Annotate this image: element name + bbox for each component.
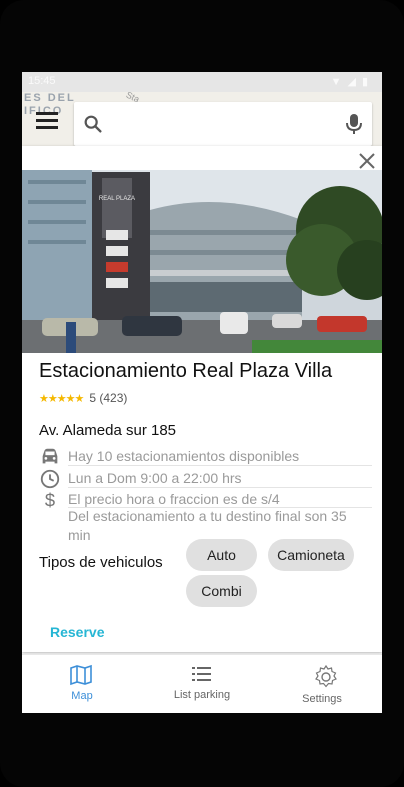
parking-name: Estacionamiento Real Plaza Villa [39, 360, 333, 382]
list-icon [192, 667, 211, 681]
bottom-navigation: Map List parking Settings [22, 654, 382, 713]
price-text: El precio hora o fraccion es de s/4 [68, 491, 280, 507]
availability-text: Hay 10 estacionamientos disponibles [68, 448, 300, 464]
parking-address: Av. Alameda sur 185 [39, 422, 177, 439]
map-icon [70, 664, 92, 686]
map-label-line: ES DEL [24, 92, 76, 104]
divider [68, 465, 372, 466]
status-time: 15:45 [28, 75, 56, 87]
svg-text:$: $ [45, 489, 55, 510]
nav-settings[interactable]: Settings [262, 655, 382, 713]
rating-count: (423) [99, 391, 128, 405]
app-screen: 15:45 ▼◢▮ ES DEL IFICO Sta REAL PLAZA Es… [22, 72, 382, 713]
status-icons: ▼◢▮ [331, 75, 374, 88]
phone-frame: 15:45 ▼◢▮ ES DEL IFICO Sta REAL PLAZA Es… [0, 0, 404, 787]
nav-settings-label: Settings [302, 693, 342, 705]
dollar-icon: $ [45, 489, 55, 510]
search-bar[interactable] [74, 102, 372, 146]
search-input[interactable] [112, 112, 326, 136]
close-icon[interactable] [356, 150, 378, 172]
divider [68, 487, 372, 488]
nav-map-label: Map [71, 690, 93, 702]
vehicle-types-label: Tipos de vehiculos [39, 554, 163, 571]
signal-icon: ◢ [347, 76, 362, 88]
settings-icon [315, 664, 337, 688]
parking-detail-card: REAL PLAZA Estacionamiento Real Plaza Vi… [22, 146, 382, 652]
menu-icon[interactable] [36, 112, 58, 130]
nav-list-parking[interactable]: List parking [142, 655, 262, 713]
hours-text: Lun a Dom 9:00 a 22:00 hrs [68, 470, 242, 486]
microphone-icon[interactable] [344, 112, 364, 136]
chip-combi[interactable]: Combi [186, 575, 257, 607]
parking-photo: REAL PLAZA [22, 170, 382, 353]
nav-map[interactable]: Map [22, 655, 142, 713]
star-rating-icon: ★★★★★ [39, 393, 84, 405]
chip-auto[interactable]: Auto [186, 539, 257, 571]
sign-text: REAL PLAZA [99, 196, 135, 202]
battery-icon: ▮ [361, 76, 374, 88]
chip-camioneta[interactable]: Camioneta [268, 539, 354, 571]
car-icon [42, 448, 58, 464]
reserve-button[interactable]: Reserve [50, 624, 105, 640]
nav-list-label: List parking [173, 689, 231, 701]
wifi-icon: ▼ [330, 76, 348, 88]
status-bar: 15:45 ▼◢▮ [22, 72, 382, 92]
clock-icon [40, 469, 60, 489]
rating-value: 5 [89, 391, 96, 405]
search-icon [84, 115, 102, 133]
rating: ★★★★★ 5 (423) [39, 391, 127, 405]
